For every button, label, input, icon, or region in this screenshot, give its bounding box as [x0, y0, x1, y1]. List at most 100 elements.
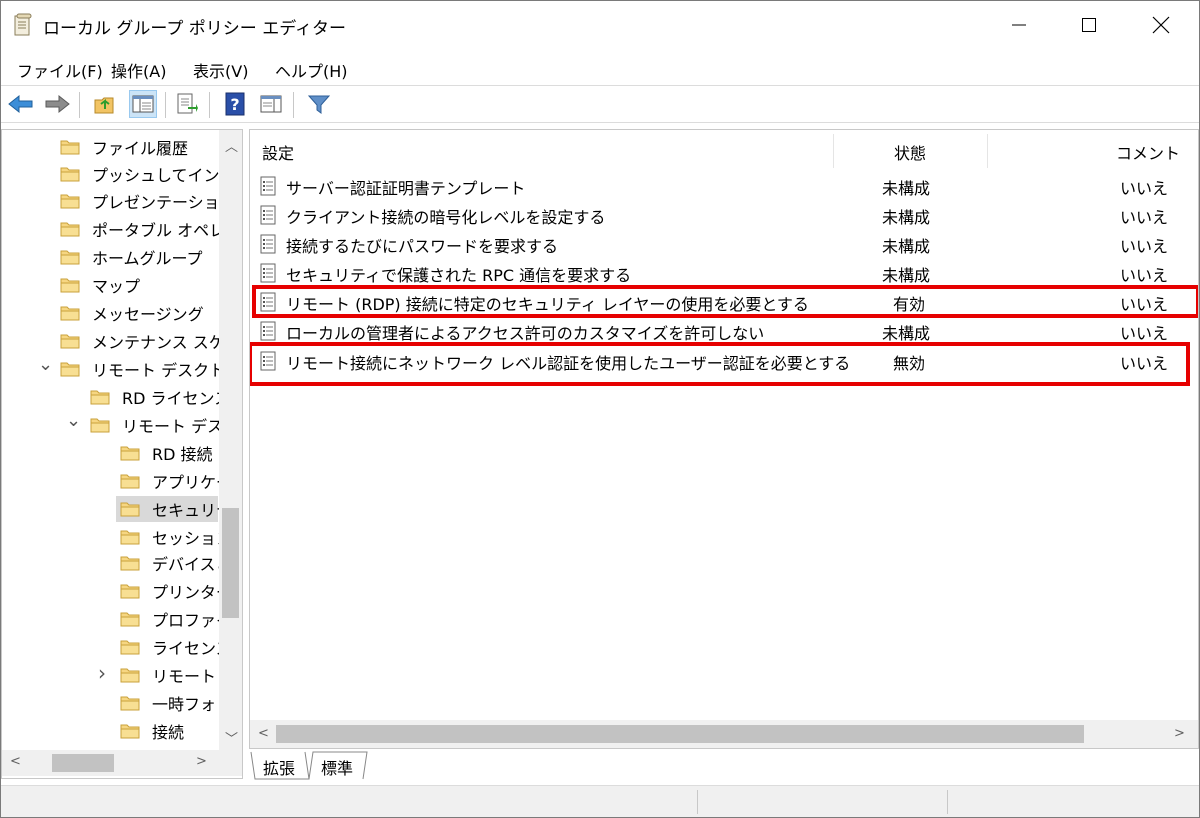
toolbar: ? [1, 85, 1199, 123]
column-divider[interactable] [833, 134, 834, 168]
menu-bar: ファイル(F) 操作(A) 表示(V) ヘルプ(H) [1, 51, 1199, 83]
export-list-icon [177, 93, 198, 114]
tree-item-label: RD 接続 [152, 445, 213, 464]
tree-item-label: プレゼンテーション [92, 193, 236, 212]
tree-item[interactable]: 接続 [116, 718, 218, 744]
tree-item[interactable]: リモート デスクトッ [56, 356, 241, 382]
maximize-icon [1082, 18, 1096, 32]
tree-hscroll-thumb[interactable] [52, 754, 114, 772]
tree-item[interactable]: プロファイ [116, 606, 232, 632]
setting-row[interactable]: ローカルの管理者によるアクセス許可のカスタマイズを許可しない 未構成 いいえ [250, 316, 1198, 345]
policy-editor-app-icon [14, 13, 32, 36]
help-button[interactable]: ? [221, 90, 249, 118]
tree-item[interactable]: リモート セ [116, 662, 237, 688]
expanded-chevron-icon[interactable]: ⌄ [66, 410, 81, 431]
collapsed-chevron-icon[interactable]: › [98, 661, 106, 685]
tree-item[interactable]: セキュリテ [116, 496, 232, 522]
tree-item[interactable]: ファイル履歴 [56, 134, 218, 160]
folder-icon [120, 446, 140, 461]
tree-item-label: RD ライセンス [122, 389, 231, 408]
policy-setting-icon [260, 205, 276, 225]
folder-icon [120, 556, 140, 571]
setting-comment: いいえ [1120, 266, 1169, 285]
tree-item[interactable]: プレゼンテーション [56, 188, 236, 214]
up-folder-icon [94, 97, 114, 114]
folder-icon [60, 140, 80, 155]
tab-extended[interactable]: 拡張 [257, 751, 301, 779]
column-header-setting[interactable]: 設定 [262, 140, 294, 164]
scroll-up-arrow-icon[interactable]: ︿ [225, 136, 238, 155]
tree-item[interactable]: ポータブル オペレ [56, 216, 225, 242]
folder-icon [120, 474, 140, 489]
tree-item[interactable]: アプリケー [116, 468, 232, 494]
list-horizontal-scrollbar[interactable]: < > [250, 720, 1198, 748]
back-button[interactable] [7, 90, 35, 118]
tree-scroll-thumb[interactable] [222, 508, 239, 618]
status-bar [1, 785, 1199, 817]
scroll-left-arrow-icon[interactable]: < [10, 754, 21, 769]
scroll-right-arrow-icon[interactable]: > [196, 754, 207, 769]
tree-item-label: プッシュしてインス [92, 166, 236, 185]
highlight-box-rdp-security-layer [252, 285, 1198, 318]
column-header-state[interactable]: 状態 [894, 140, 926, 164]
tree-item[interactable]: メンテナンス スケジ [56, 328, 241, 354]
filter-button[interactable] [305, 90, 333, 118]
tree-item[interactable]: ライセンス [116, 634, 232, 660]
highlight-box-nla [250, 342, 1190, 386]
extended-view-button[interactable] [257, 90, 285, 118]
tree-item-label: メッセージング [92, 305, 204, 324]
minimize-button[interactable] [984, 1, 1054, 49]
tree-item[interactable]: RD 接続 [116, 440, 218, 466]
list-hscroll-thumb[interactable] [276, 725, 1084, 743]
filter-icon [308, 95, 330, 114]
menu-action[interactable]: 操作(A) [111, 58, 166, 82]
tree-item[interactable]: マップ [56, 272, 218, 298]
setting-comment: いいえ [1120, 208, 1169, 227]
setting-comment: いいえ [1120, 237, 1169, 256]
setting-state: 未構成 [882, 208, 931, 227]
minimize-icon [1012, 24, 1026, 26]
scroll-left-arrow-icon[interactable]: < [258, 726, 269, 741]
maximize-button[interactable] [1054, 1, 1124, 49]
setting-row[interactable]: セキュリティで保護された RPC 通信を要求する 未構成 いいえ [250, 258, 1198, 287]
export-list-button[interactable] [173, 90, 201, 118]
tree-item[interactable]: プッシュしてインス [56, 161, 235, 187]
tree-item[interactable]: メッセージング [56, 300, 218, 326]
setting-row[interactable]: サーバー認証証明書テンプレート 未構成 いいえ [250, 171, 1198, 200]
tree-vertical-scrollbar[interactable]: ︿ ﹀ [219, 130, 242, 750]
folder-icon [120, 696, 140, 711]
menu-view[interactable]: 表示(V) [193, 58, 248, 82]
menu-file[interactable]: ファイル(F) [17, 58, 103, 82]
scroll-down-arrow-icon[interactable]: ﹀ [225, 728, 238, 747]
policy-setting-icon [260, 263, 276, 283]
tree-item[interactable]: セッション [116, 524, 232, 550]
setting-name: ローカルの管理者によるアクセス許可のカスタマイズを許可しない [286, 324, 765, 343]
folder-icon [120, 612, 140, 627]
tree-item[interactable]: プリンター [116, 578, 232, 604]
column-divider[interactable] [987, 134, 988, 168]
close-button[interactable] [1126, 1, 1196, 49]
menu-help[interactable]: ヘルプ(H) [275, 58, 348, 82]
scroll-right-arrow-icon[interactable]: > [1174, 726, 1185, 741]
policy-setting-icon [260, 321, 276, 341]
setting-row[interactable]: クライアント接続の暗号化レベルを設定する 未構成 いいえ [250, 200, 1198, 229]
expanded-chevron-icon[interactable]: ⌄ [38, 354, 53, 375]
setting-name: クライアント接続の暗号化レベルを設定する [286, 208, 606, 227]
tree-item[interactable]: リモート デスク [86, 412, 239, 438]
tree-item[interactable]: RD ライセンス [86, 384, 230, 410]
show-hide-tree-button[interactable] [129, 90, 157, 118]
tree-item[interactable]: 一時フォ [116, 690, 218, 716]
tree-item-label: 一時フォ [152, 695, 217, 714]
column-header-comment[interactable]: コメント [1116, 140, 1180, 164]
tree-item[interactable]: デバイスと [116, 550, 232, 576]
forward-button[interactable] [43, 90, 71, 118]
tree-item[interactable]: ホームグループ [56, 244, 218, 270]
setting-name: サーバー認証証明書テンプレート [286, 179, 526, 198]
extended-view-icon [260, 95, 282, 113]
tab-standard[interactable]: 標準 [315, 751, 359, 779]
setting-row[interactable]: 接続するたびにパスワードを要求する 未構成 いいえ [250, 229, 1198, 258]
up-one-level-button[interactable] [91, 90, 119, 118]
tree-pane: ファイル履歴プッシュしてインス プレゼンテーションポータブル オペレ ホームグループ… [1, 129, 243, 779]
tree-horizontal-scrollbar[interactable]: < > [2, 750, 242, 776]
tree-item-label: ファイル履歴 [92, 139, 189, 158]
